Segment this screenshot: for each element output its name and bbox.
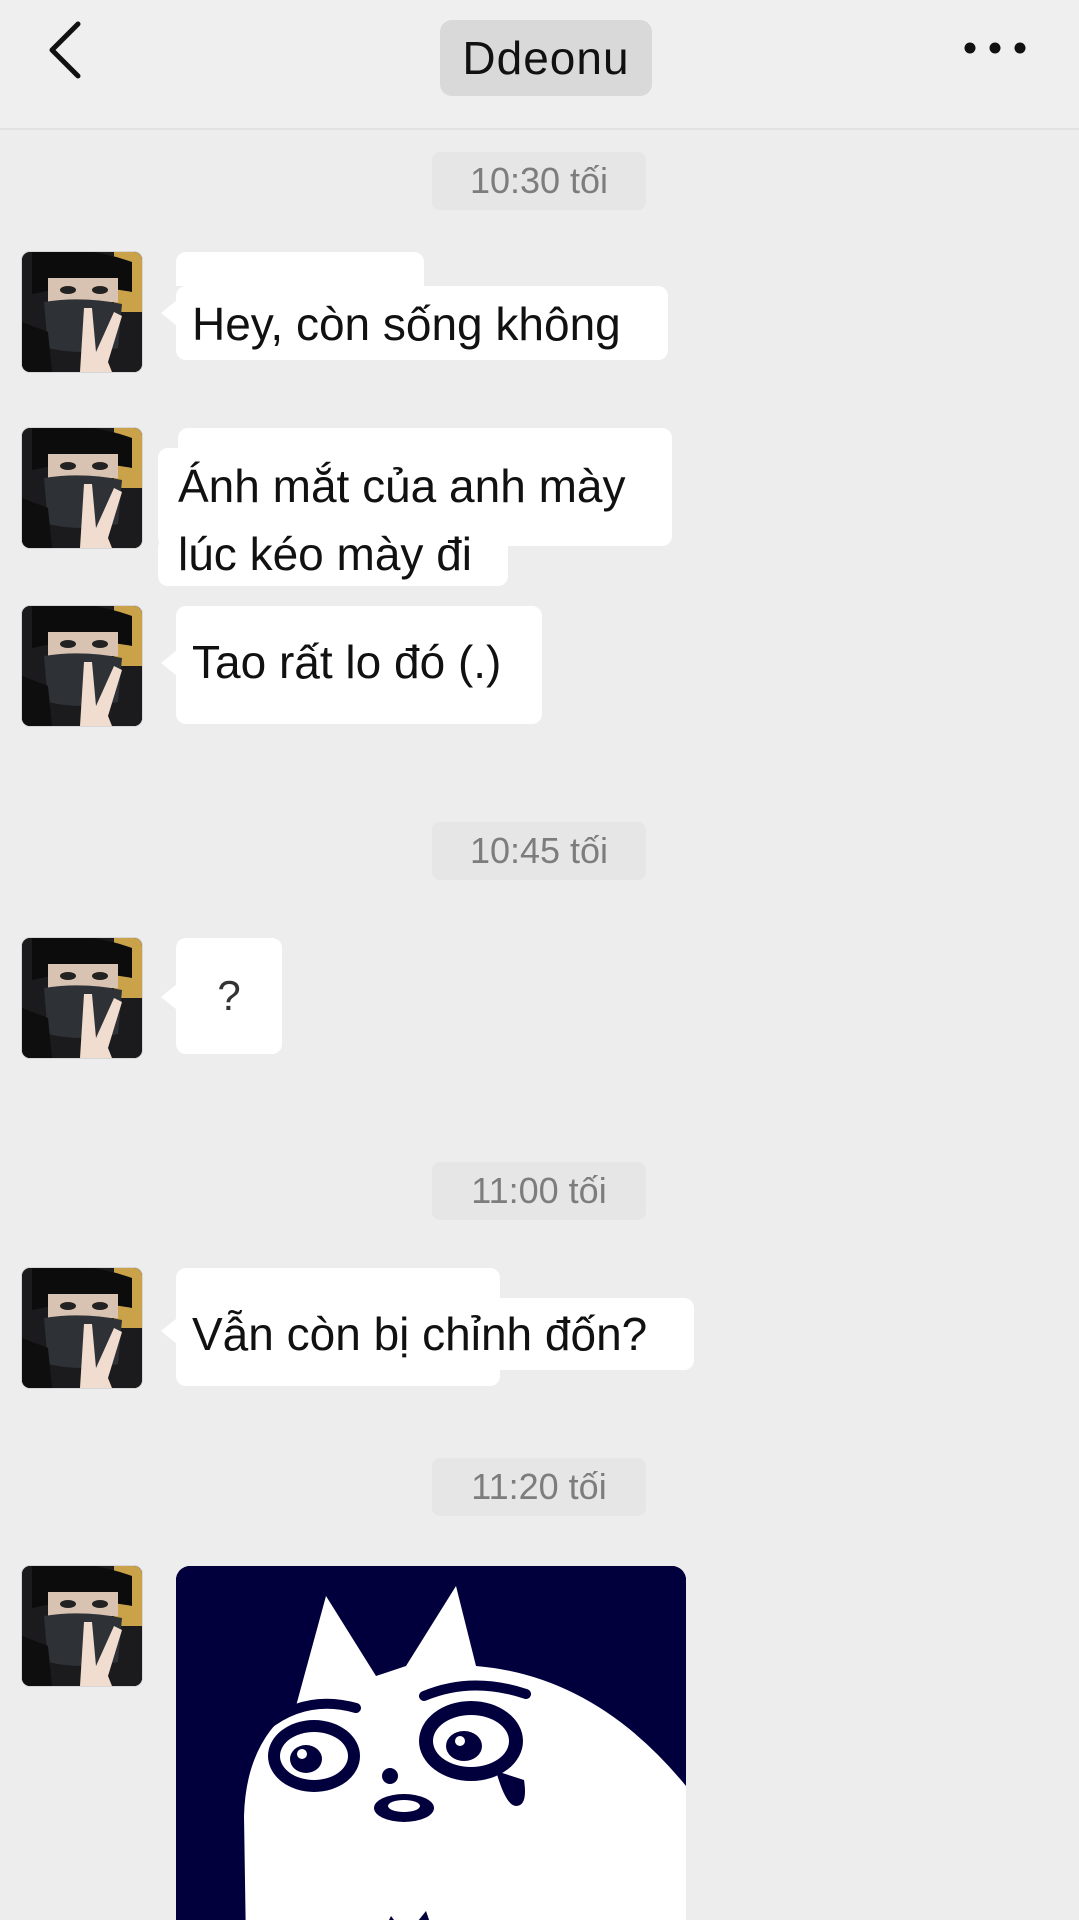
message-text: Vẫn còn bị chỉnh đốn? <box>192 1308 648 1360</box>
avatar[interactable] <box>22 428 142 548</box>
bubble-tail <box>161 984 177 1010</box>
sticker-message[interactable] <box>176 1566 686 1920</box>
message-bubble[interactable]: Tao rất lo đó (.) <box>176 606 542 724</box>
message-text: Tao rất lo đó (.) <box>192 636 502 688</box>
bubble-tail <box>161 1318 177 1344</box>
bubble-tail <box>161 300 177 326</box>
avatar[interactable] <box>22 1268 142 1388</box>
bubble-top-tab <box>176 252 424 286</box>
avatar[interactable] <box>22 938 142 1058</box>
message-line: Ánh mắt của anh mày <box>178 460 626 512</box>
timestamp: 11:20 tối <box>432 1458 646 1516</box>
timestamp: 10:30 tối <box>432 152 646 210</box>
message-text: Hey, còn sống không <box>192 298 621 350</box>
bubble-tail <box>161 650 177 676</box>
chat-header: Ddeonu <box>0 0 1079 130</box>
message-text: Ánh mắt của anh mày lúc kéo mày đi <box>178 452 625 588</box>
avatar-image <box>22 428 142 548</box>
more-horizontal-icon <box>964 42 1026 54</box>
timestamp: 11:00 tối <box>432 1162 646 1220</box>
avatar-image <box>22 938 142 1058</box>
chevron-left-icon <box>49 21 81 79</box>
avatar[interactable] <box>22 606 142 726</box>
avatar-image <box>22 1268 142 1388</box>
message-text: ? <box>217 971 241 1019</box>
crying-cat-sticker <box>176 1566 686 1920</box>
more-button[interactable] <box>960 30 1030 66</box>
message-bubble[interactable]: Hey, còn sống không <box>176 286 668 360</box>
avatar-image <box>22 1566 142 1686</box>
chat-title[interactable]: Ddeonu <box>440 20 652 96</box>
chat-screen: Ddeonu 10:30 tối Hey, còn sống không Ánh… <box>0 0 1079 1920</box>
avatar[interactable] <box>22 252 142 372</box>
message-line: lúc kéo mày đi <box>178 528 473 580</box>
avatar-image <box>22 252 142 372</box>
avatar[interactable] <box>22 1566 142 1686</box>
back-button[interactable] <box>38 16 98 86</box>
timestamp: 10:45 tối <box>432 822 646 880</box>
message-bubble[interactable]: Vẫn còn bị chỉnh đốn? <box>176 1298 694 1370</box>
avatar-image <box>22 606 142 726</box>
message-bubble[interactable]: ? <box>176 938 282 1054</box>
